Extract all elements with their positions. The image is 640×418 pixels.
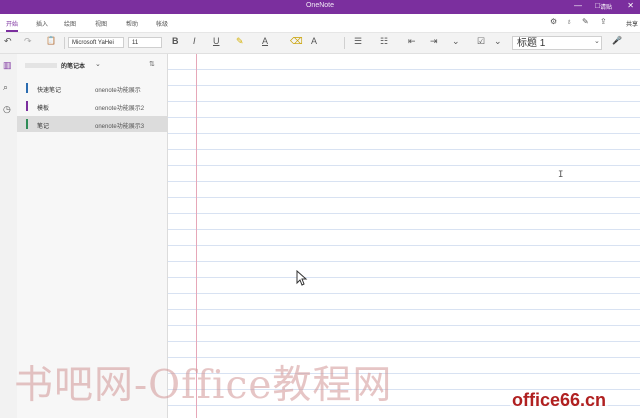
section-color-tab xyxy=(26,83,28,93)
outdent-icon[interactable]: ⇤ xyxy=(408,36,416,47)
tab-account[interactable]: 帐级 xyxy=(156,19,168,28)
bullets-icon[interactable]: ☰ xyxy=(354,36,362,47)
tag-dropdown-icon[interactable]: ⌄ xyxy=(494,36,502,47)
underline-button[interactable]: U xyxy=(213,36,220,46)
list-item[interactable]: 模板 onenote功能展示2 xyxy=(17,98,167,114)
separator xyxy=(64,37,65,49)
maximize-button[interactable]: □ xyxy=(595,1,600,10)
ribbon-toolbar: ↶ ↷ 📋 Microsoft YaHei 11 B I U ✎ A ⌫ A ☰… xyxy=(0,33,640,54)
section-name: 快速笔记 xyxy=(37,88,62,94)
notebooks-icon[interactable]: ▥ xyxy=(3,60,12,71)
watermark-text: 书吧网-Office教程网 xyxy=(14,363,393,408)
style-chevron-icon[interactable]: ⌄ xyxy=(594,37,600,45)
list-item[interactable]: 快速笔记 onenote功能展示 xyxy=(17,80,167,96)
notifications-icon[interactable]: ⚙ xyxy=(550,17,557,26)
notebook-header[interactable]: 的笔记本 ⌄ ⇅ xyxy=(17,60,167,72)
lightbulb-icon[interactable]: ♁ xyxy=(566,17,572,26)
indent-icon[interactable]: ⇥ xyxy=(430,36,438,47)
ribbon-tabs: 开始 插入 绘图 视图 帮助 帐级 ⚙ ♁ ✎ ⇪ 共享 xyxy=(0,14,640,33)
notebook-name[interactable]: 的笔记本 xyxy=(61,61,85,70)
page-title: onenote功能展示2 xyxy=(95,106,145,112)
site-watermark: office66.cn xyxy=(510,390,609,411)
share-button[interactable]: 共享 xyxy=(626,19,638,28)
italic-button[interactable]: I xyxy=(193,36,196,46)
section-color-tab xyxy=(26,119,28,129)
highlight-icon[interactable]: ✎ xyxy=(236,36,244,47)
numbering-icon[interactable]: ☷ xyxy=(380,36,388,47)
page-title: onenote功能展示3 xyxy=(95,124,145,130)
tab-draw[interactable]: 绘图 xyxy=(64,19,76,28)
font-color-button[interactable]: A xyxy=(262,36,268,46)
undo-icon[interactable]: ↶ xyxy=(4,36,12,47)
separator xyxy=(344,37,345,49)
tab-view[interactable]: 视图 xyxy=(95,19,107,28)
checkbox-icon[interactable]: ☑ xyxy=(477,36,485,47)
share-icon[interactable]: ⇪ xyxy=(600,17,607,26)
list-item[interactable]: 笔记 onenote功能展示3 xyxy=(17,116,167,132)
redo-icon[interactable]: ↷ xyxy=(24,36,32,47)
tab-insert[interactable]: 插入 xyxy=(36,19,48,28)
font-name-box[interactable]: Microsoft YaHei xyxy=(68,37,124,48)
mouse-pointer-icon xyxy=(296,270,308,286)
section-name: 笔记 xyxy=(37,124,50,130)
section-color-tab xyxy=(26,101,28,111)
list-dropdown-icon[interactable]: ⌄ xyxy=(452,36,460,47)
sort-icon[interactable]: ⇅ xyxy=(149,60,155,68)
tab-help[interactable]: 帮助 xyxy=(126,19,138,28)
tab-home[interactable]: 开始 xyxy=(6,19,19,32)
notebook-owner xyxy=(25,63,57,68)
chevron-down-icon[interactable]: ⌄ xyxy=(95,60,101,68)
close-button[interactable]: ✕ xyxy=(627,1,634,10)
title-bar: OneNote 请贴 — □ ✕ xyxy=(0,0,640,14)
mic-icon[interactable]: 🎤 xyxy=(612,36,622,45)
pen-icon[interactable]: ✎ xyxy=(582,17,589,26)
search-icon[interactable]: ⌕ xyxy=(3,82,8,93)
text-styles-button[interactable]: A xyxy=(311,36,317,46)
user-name[interactable]: 请贴 xyxy=(600,2,612,11)
font-size-box[interactable]: 11 xyxy=(128,37,162,48)
bold-button[interactable]: B xyxy=(172,36,179,46)
minimize-button[interactable]: — xyxy=(574,1,582,10)
recent-icon[interactable]: ◷ xyxy=(3,104,11,115)
section-name: 模板 xyxy=(37,106,50,112)
text-cursor-icon: I xyxy=(558,170,564,180)
style-dropdown[interactable]: 标题 1 xyxy=(512,36,602,50)
app-title: OneNote xyxy=(305,2,335,9)
page-title: onenote功能展示 xyxy=(95,88,141,94)
clipboard-icon[interactable]: 📋 xyxy=(46,36,56,45)
eraser-icon[interactable]: ⌫ xyxy=(290,36,303,47)
